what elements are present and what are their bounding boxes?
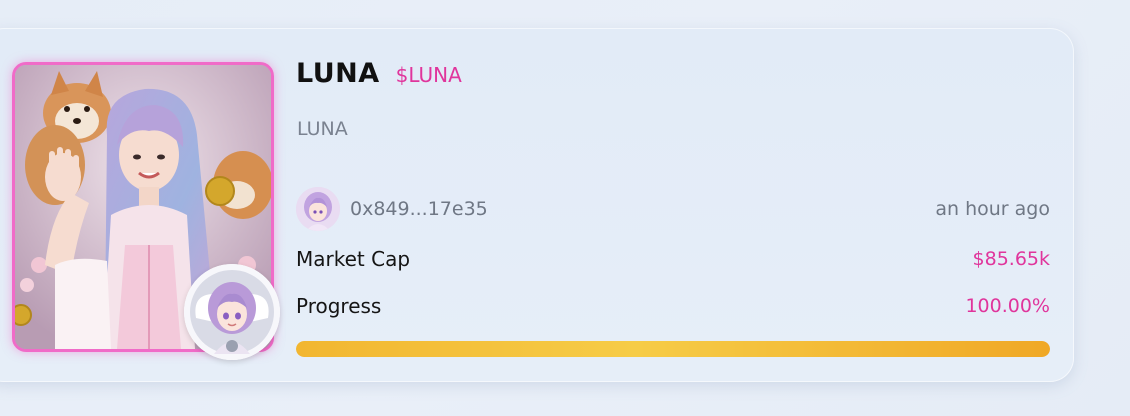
anime-girl-avatar-icon (296, 187, 340, 231)
token-ticker: $LUNA (395, 63, 462, 87)
token-description: LUNA (297, 118, 348, 140)
market-cap-label: Market Cap (296, 247, 411, 271)
progress-value: 100.00% (965, 295, 1050, 317)
progress-bar-fill (296, 341, 1050, 357)
market-cap-row: Market Cap $85.65k (296, 247, 1050, 271)
progress-row: Progress 100.00% (296, 294, 1050, 318)
created-time: an hour ago (935, 198, 1050, 220)
creator-row: 0x849...17e35 an hour ago (296, 186, 1050, 232)
token-name[interactable]: LUNA (296, 58, 380, 89)
market-cap-value: $85.65k (972, 248, 1050, 270)
token-title-row: LUNA $LUNA (296, 58, 462, 89)
creator-avatar[interactable] (296, 187, 340, 231)
progress-label: Progress (296, 294, 382, 318)
angel-girl-avatar-icon (184, 264, 280, 360)
creator-address[interactable]: 0x849...17e35 (350, 198, 935, 220)
progress-bar (296, 341, 1050, 357)
